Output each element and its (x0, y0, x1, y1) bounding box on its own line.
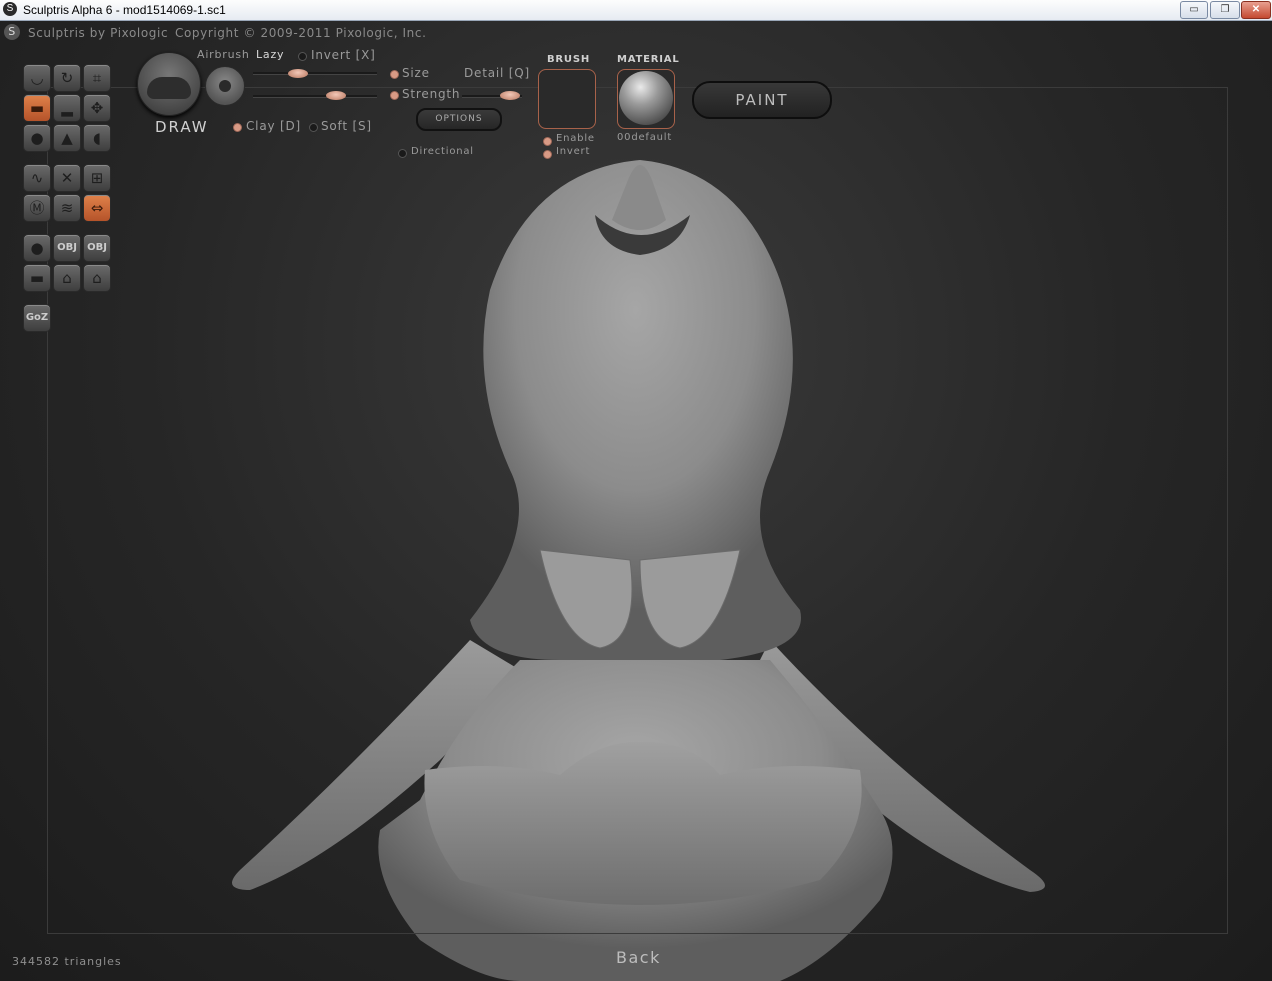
brush-invert-radio[interactable] (543, 150, 552, 159)
save-file-icon[interactable]: ⌂ (83, 264, 111, 292)
new-sphere-icon[interactable]: ● (23, 234, 51, 262)
export-obj-icon[interactable]: OBJ (83, 234, 111, 262)
goz-button[interactable]: GoZ (23, 304, 51, 332)
smooth-tool-icon[interactable]: ◖ (83, 124, 111, 152)
symmetry-tool-icon[interactable]: ⇔ (83, 194, 111, 222)
tool-name-label: DRAW (155, 118, 209, 136)
lazy-label: Lazy (256, 48, 285, 61)
invert-label: Invert [X] (311, 48, 376, 62)
strength-radio[interactable] (390, 91, 399, 100)
rotate-tool-icon[interactable]: ↻ (53, 64, 81, 92)
directional-label: Directional (411, 146, 474, 157)
mask-tool-icon[interactable]: Ⓜ (23, 194, 51, 222)
grid-tool-icon[interactable]: ⊞ (83, 164, 111, 192)
detail-slider-knob[interactable] (500, 91, 520, 100)
wireframe-tool-icon[interactable]: ✕ (53, 164, 81, 192)
material-preview-sphere[interactable] (619, 71, 673, 125)
crop-tool-icon[interactable]: ⌗ (83, 64, 111, 92)
draw-brush-preview[interactable] (137, 52, 201, 116)
crease-tool-icon[interactable]: ◡ (23, 64, 51, 92)
airbrush-toggle[interactable] (205, 66, 245, 106)
clay-radio[interactable] (233, 123, 242, 132)
draw-tool-icon[interactable]: ▬ (23, 94, 51, 122)
invert-radio[interactable] (298, 52, 307, 61)
back-button[interactable]: Back (616, 948, 661, 967)
strength-slider[interactable] (253, 95, 377, 98)
brush-enable-radio[interactable] (543, 137, 552, 146)
paint-button[interactable]: PAINT (692, 81, 832, 119)
airbrush-label: Airbrush (197, 48, 250, 61)
triangle-count-label: 344582 triangles (12, 955, 122, 968)
detail-label: Detail [Q] (464, 66, 530, 80)
reduce-tool-icon[interactable]: ∿ (23, 164, 51, 192)
soft-radio[interactable] (309, 123, 318, 132)
brush-heading: BRUSH (547, 54, 591, 65)
options-button[interactable]: OPTIONS (416, 108, 502, 131)
viewport-frame (47, 87, 1228, 934)
soft-label: Soft [S] (321, 119, 372, 133)
brush-invert-label: Invert (556, 146, 591, 157)
grab-tool-icon[interactable]: ✥ (83, 94, 111, 122)
size-radio[interactable] (390, 70, 399, 79)
strength-label: Strength (402, 87, 461, 101)
material-heading: MATERIAL (617, 54, 680, 65)
brush-enable-label: Enable (556, 133, 595, 144)
inflate-tool-icon[interactable]: ● (23, 124, 51, 152)
size-slider-knob[interactable] (288, 69, 308, 78)
import-obj-icon[interactable]: OBJ (53, 234, 81, 262)
directional-radio[interactable] (398, 149, 407, 158)
size-label: Size (402, 66, 430, 80)
pinch-tool-icon[interactable]: ▲ (53, 124, 81, 152)
wave-tool-icon[interactable]: ≋ (53, 194, 81, 222)
size-slider[interactable] (253, 72, 377, 75)
material-name-label: 00default (617, 132, 673, 143)
new-plane-icon[interactable]: ▬ (23, 264, 51, 292)
open-file-icon[interactable]: ⌂ (53, 264, 81, 292)
clay-label: Clay [D] (246, 119, 301, 133)
brush-swatch[interactable] (538, 69, 596, 129)
strength-slider-knob[interactable] (326, 91, 346, 100)
flatten-tool-icon[interactable]: ▂ (53, 94, 81, 122)
